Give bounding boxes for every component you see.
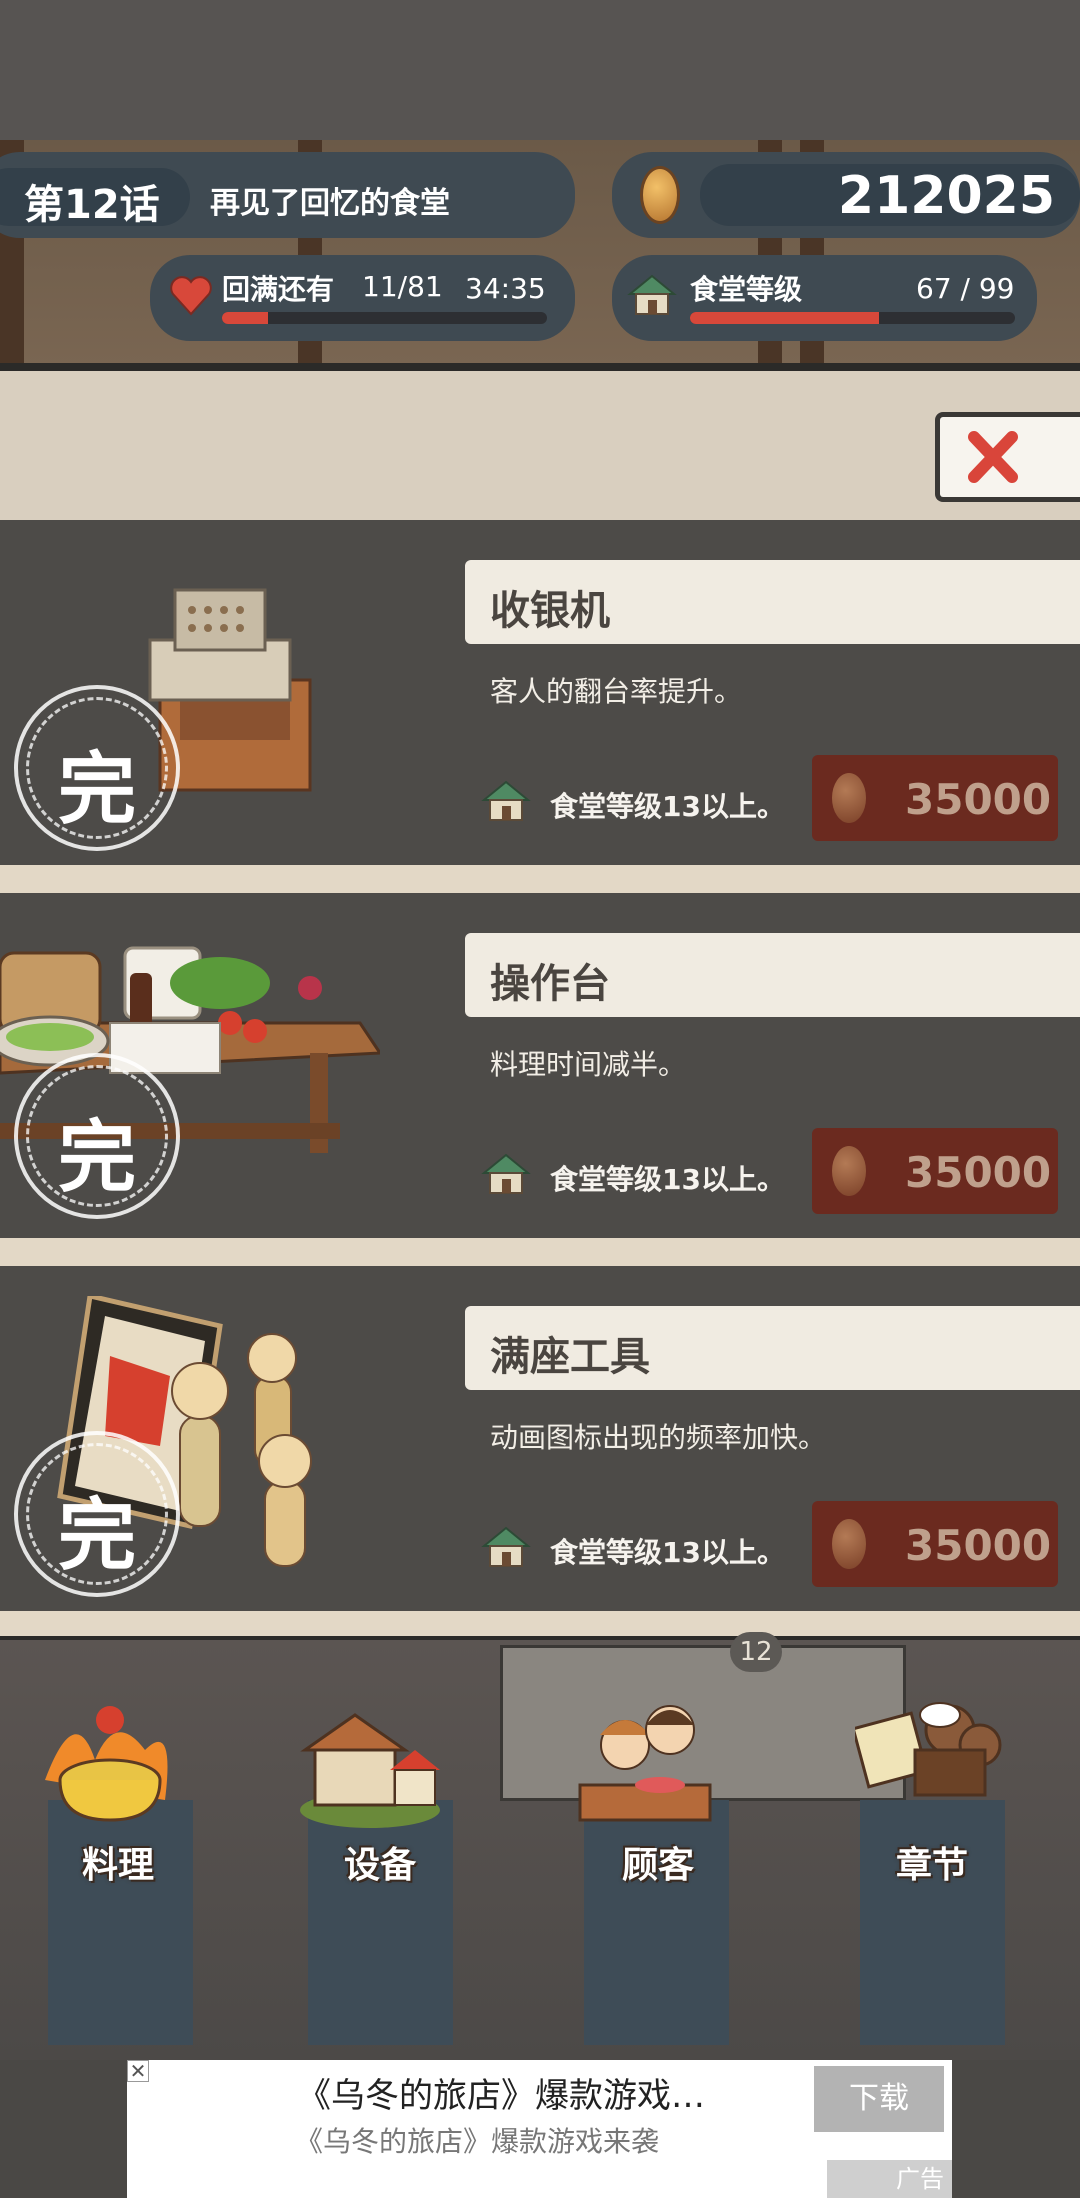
item-requirement: 食堂等级13以上。 — [550, 790, 785, 823]
nav-customers-label: 顾客 — [622, 1845, 695, 1886]
card-gap — [0, 1238, 1080, 1268]
level-progress-bar — [690, 312, 1015, 324]
coin-icon — [832, 1519, 866, 1569]
panel-header-strip — [0, 370, 1080, 520]
customers-icon — [570, 1690, 720, 1830]
close-button[interactable] — [935, 412, 1080, 502]
item-price: 35000 — [905, 775, 1052, 824]
panel-divider — [0, 363, 1080, 371]
item-description: 客人的翻台率提升。 — [490, 675, 743, 708]
item-title: 满座工具 — [490, 1334, 650, 1380]
chapter-label: 第12话 — [24, 182, 160, 228]
coin-amount: 212025 — [837, 166, 1055, 226]
ad-title: 《乌冬的旅店》爆款游戏… — [297, 2076, 705, 2116]
item-title: 操作台 — [490, 961, 610, 1007]
item-title-box: 操作台 — [465, 933, 1080, 1017]
house-icon — [626, 272, 678, 318]
house-icon — [480, 778, 532, 824]
item-title-box: 满座工具 — [465, 1306, 1080, 1390]
cooking-pot-icon — [35, 1690, 185, 1830]
card-gap — [0, 865, 1080, 895]
upgrade-card-cash-register[interactable]: 完 收银机 客人的翻台率提升。 食堂等级13以上。 35000 — [0, 520, 1080, 865]
nav-chapters-label: 章节 — [896, 1845, 969, 1886]
house-icon — [480, 1524, 532, 1570]
nav-cooking-label: 料理 — [82, 1845, 155, 1886]
house-icon — [480, 1151, 532, 1197]
item-price: 35000 — [905, 1521, 1052, 1570]
film-camera-icon — [851, 1690, 1005, 1830]
upgrade-card-full-seat-tool[interactable]: 完 满座工具 动画图标出现的频率加快。 食堂等级13以上。 35000 — [0, 1266, 1080, 1611]
coin-icon — [640, 166, 680, 224]
level-label: 食堂等级 — [690, 273, 803, 306]
close-x-icon — [968, 431, 1018, 483]
stamina-progress-fill — [222, 312, 268, 324]
completed-stamp: 完 — [14, 1053, 180, 1219]
ad-subtitle: 《乌冬的旅店》爆款游戏来袭 — [295, 2125, 660, 2158]
nav-equipment-label: 设备 — [344, 1845, 417, 1886]
table-number-badge: 12 — [730, 1632, 782, 1672]
item-requirement: 食堂等级13以上。 — [550, 1536, 785, 1569]
buy-price-button[interactable]: 35000 — [812, 755, 1058, 841]
upgrade-card-worktable[interactable]: 完 操作台 料理时间减半。 食堂等级13以上。 35000 — [0, 893, 1080, 1238]
buy-price-button[interactable]: 35000 — [812, 1128, 1058, 1214]
stamp-text: 完 — [57, 1113, 136, 1203]
stamina-count: 11/81 — [362, 270, 443, 303]
item-price: 35000 — [905, 1148, 1052, 1197]
item-title: 收银机 — [490, 588, 610, 634]
item-title-box: 收银机 — [465, 560, 1080, 644]
house-icon — [295, 1690, 445, 1830]
item-description: 动画图标出现的频率加快。 — [490, 1421, 827, 1454]
ad-tag: 广告 — [827, 2160, 952, 2198]
stamp-text: 完 — [57, 745, 136, 835]
ad-download-button[interactable]: 下载 — [814, 2066, 944, 2132]
chapter-title: 再见了回忆的食堂 — [210, 186, 450, 221]
stamina-timer: 34:35 — [465, 272, 546, 305]
item-requirement: 食堂等级13以上。 — [550, 1163, 785, 1196]
item-description: 料理时间减半。 — [490, 1048, 687, 1081]
ad-close-icon[interactable]: ✕ — [127, 2060, 149, 2082]
completed-stamp: 完 — [14, 685, 180, 851]
level-value: 67 / 99 — [916, 272, 1015, 305]
ad-banner[interactable]: ✕ 《乌冬的旅店》爆款游戏… 《乌冬的旅店》爆款游戏来袭 下载 广告 — [127, 2060, 952, 2198]
completed-stamp: 完 — [14, 1431, 180, 1597]
coin-icon — [832, 773, 866, 823]
heart-icon — [168, 272, 214, 318]
stamina-label: 回满还有 — [222, 273, 335, 306]
level-progress-fill — [690, 312, 879, 324]
coin-icon — [832, 1146, 866, 1196]
stamina-progress-bar — [222, 312, 547, 324]
stamp-text: 完 — [57, 1491, 136, 1581]
buy-price-button[interactable]: 35000 — [812, 1501, 1058, 1587]
